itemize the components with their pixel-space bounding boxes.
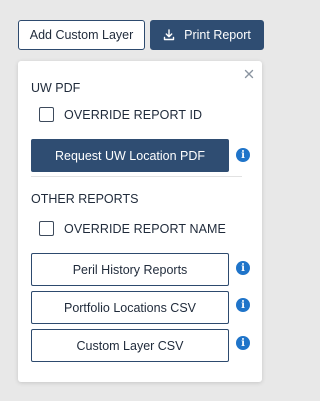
section-divider bbox=[31, 176, 242, 177]
portfolio-locations-csv-label: Portfolio Locations CSV bbox=[63, 300, 196, 315]
info-icon[interactable]: i bbox=[236, 148, 250, 162]
peril-history-reports-label: Peril History Reports bbox=[72, 262, 188, 277]
download-icon bbox=[163, 29, 175, 41]
print-report-label: Print Report bbox=[184, 28, 251, 42]
print-report-button[interactable]: Print Report bbox=[150, 20, 264, 50]
info-icon[interactable]: i bbox=[236, 336, 250, 350]
checkbox-box[interactable] bbox=[39, 221, 54, 236]
info-icon[interactable]: i bbox=[236, 261, 250, 275]
request-uw-location-pdf-button[interactable]: Request UW Location PDF bbox=[31, 139, 229, 172]
other-reports-section-title: OTHER REPORTS bbox=[31, 192, 139, 206]
custom-layer-csv-label: Custom Layer CSV bbox=[76, 338, 184, 353]
custom-layer-csv-button[interactable]: Custom Layer CSV bbox=[31, 329, 229, 362]
report-panel: UW PDF OVERRIDE REPORT ID Request UW Loc… bbox=[18, 61, 262, 382]
override-report-name-checkbox[interactable]: OVERRIDE REPORT NAME bbox=[39, 221, 226, 236]
add-custom-layer-button[interactable]: Add Custom Layer bbox=[18, 20, 145, 50]
override-report-id-label: OVERRIDE REPORT ID bbox=[64, 107, 203, 122]
override-report-id-checkbox[interactable]: OVERRIDE REPORT ID bbox=[39, 107, 202, 122]
info-icon-glyph: i bbox=[241, 149, 245, 161]
info-icon-glyph: i bbox=[241, 337, 245, 349]
request-uw-location-pdf-label: Request UW Location PDF bbox=[54, 148, 206, 163]
info-icon-glyph: i bbox=[241, 299, 245, 311]
portfolio-locations-csv-button[interactable]: Portfolio Locations CSV bbox=[31, 291, 229, 324]
add-custom-layer-label: Add Custom Layer bbox=[29, 28, 134, 42]
peril-history-reports-button[interactable]: Peril History Reports bbox=[31, 253, 229, 286]
override-report-name-label: OVERRIDE REPORT NAME bbox=[64, 221, 226, 236]
close-icon[interactable] bbox=[244, 69, 254, 79]
checkbox-box[interactable] bbox=[39, 107, 54, 122]
uw-pdf-section-title: UW PDF bbox=[31, 81, 81, 95]
info-icon-glyph: i bbox=[241, 262, 245, 274]
info-icon[interactable]: i bbox=[236, 298, 250, 312]
